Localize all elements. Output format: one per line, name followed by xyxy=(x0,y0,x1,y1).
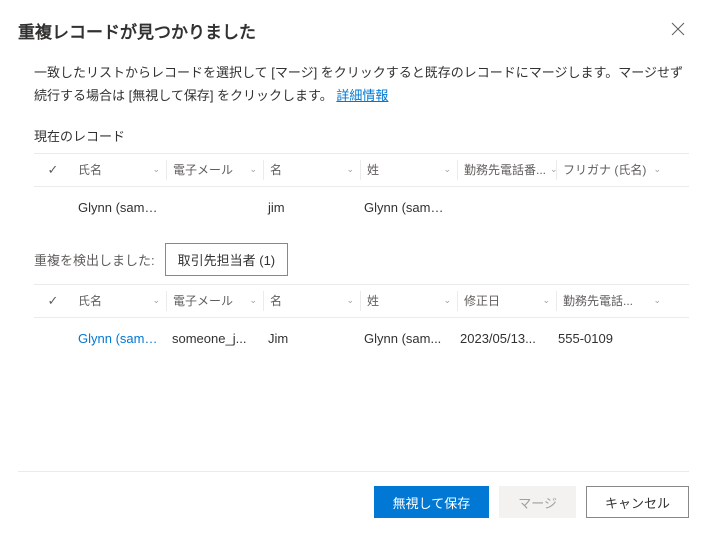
cell-phone: 555-0109 xyxy=(552,331,662,346)
cell-first: Jim xyxy=(262,331,358,346)
chevron-down-icon: ⌄ xyxy=(249,295,257,306)
cell-email: someone_j... xyxy=(166,331,262,346)
chevron-down-icon: ⌄ xyxy=(249,164,257,175)
chevron-down-icon: ⌄ xyxy=(443,295,451,306)
column-phone[interactable]: 勤務先電話...⌄ xyxy=(557,292,667,309)
table-row[interactable]: Glynn (sample) J someone_j... Jim Glynn … xyxy=(34,318,689,360)
column-check[interactable]: ✓ xyxy=(34,293,72,309)
column-check[interactable]: ✓ xyxy=(34,162,72,178)
column-first[interactable]: 名⌄ xyxy=(264,292,360,309)
merge-button[interactable]: マージ xyxy=(499,486,576,518)
duplicates-table: ✓ 氏名⌄ 電子メール⌄ 名⌄ 姓⌄ 修正日⌄ 勤務先電話...⌄ Glynn … xyxy=(34,284,689,360)
cell-first: jim xyxy=(262,200,358,215)
column-modified[interactable]: 修正日⌄ xyxy=(458,292,556,309)
chevron-down-icon: ⌄ xyxy=(443,164,451,175)
chevron-down-icon: ⌄ xyxy=(152,164,160,175)
chevron-down-icon: ⌄ xyxy=(152,295,160,306)
dialog-footer: 無視して保存 マージ キャンセル xyxy=(18,471,689,518)
cell-name: Glynn (samp... xyxy=(72,200,166,215)
current-record-table: ✓ 氏名⌄ 電子メール⌄ 名⌄ 姓⌄ 勤務先電話番...⌄ フリガナ (氏名)⌄… xyxy=(34,153,689,229)
current-record-label: 現在のレコード xyxy=(34,126,689,145)
dialog-description: 一致したリストからレコードを選択して [マージ] をクリックすると既存のレコード… xyxy=(34,61,689,108)
more-info-link[interactable]: 詳細情報 xyxy=(336,88,388,103)
dialog-title: 重複レコードが見つかりました xyxy=(18,18,256,43)
column-last[interactable]: 姓⌄ xyxy=(361,292,457,309)
cell-last: Glynn (sam... xyxy=(358,331,454,346)
ignore-save-button[interactable]: 無視して保存 xyxy=(374,486,490,518)
cancel-button[interactable]: キャンセル xyxy=(586,486,689,518)
chevron-down-icon: ⌄ xyxy=(542,295,550,306)
table-row[interactable]: Glynn (samp... jim Glynn (samp... xyxy=(34,187,689,229)
column-first[interactable]: 名⌄ xyxy=(264,161,360,178)
column-name[interactable]: 氏名⌄ xyxy=(72,292,166,309)
column-phone[interactable]: 勤務先電話番...⌄ xyxy=(458,161,556,178)
chevron-down-icon: ⌄ xyxy=(346,295,354,306)
column-email[interactable]: 電子メール⌄ xyxy=(167,292,263,309)
check-icon: ✓ xyxy=(48,162,59,178)
cell-last: Glynn (samp... xyxy=(358,200,454,215)
column-name[interactable]: 氏名⌄ xyxy=(72,161,166,178)
check-icon: ✓ xyxy=(48,293,59,309)
duplicates-tab[interactable]: 取引先担当者 (1) xyxy=(165,243,289,276)
chevron-down-icon: ⌄ xyxy=(346,164,354,175)
chevron-down-icon: ⌄ xyxy=(653,295,661,306)
chevron-down-icon: ⌄ xyxy=(653,164,661,175)
column-last[interactable]: 姓⌄ xyxy=(361,161,457,178)
close-icon[interactable] xyxy=(667,18,689,43)
cell-modified: 2023/05/13... xyxy=(454,331,552,346)
column-email[interactable]: 電子メール⌄ xyxy=(167,161,263,178)
duplicates-detected-label: 重複を検出しました: xyxy=(34,250,155,269)
column-furigana[interactable]: フリガナ (氏名)⌄ xyxy=(557,161,667,178)
cell-name-link[interactable]: Glynn (sample) J xyxy=(72,331,166,346)
